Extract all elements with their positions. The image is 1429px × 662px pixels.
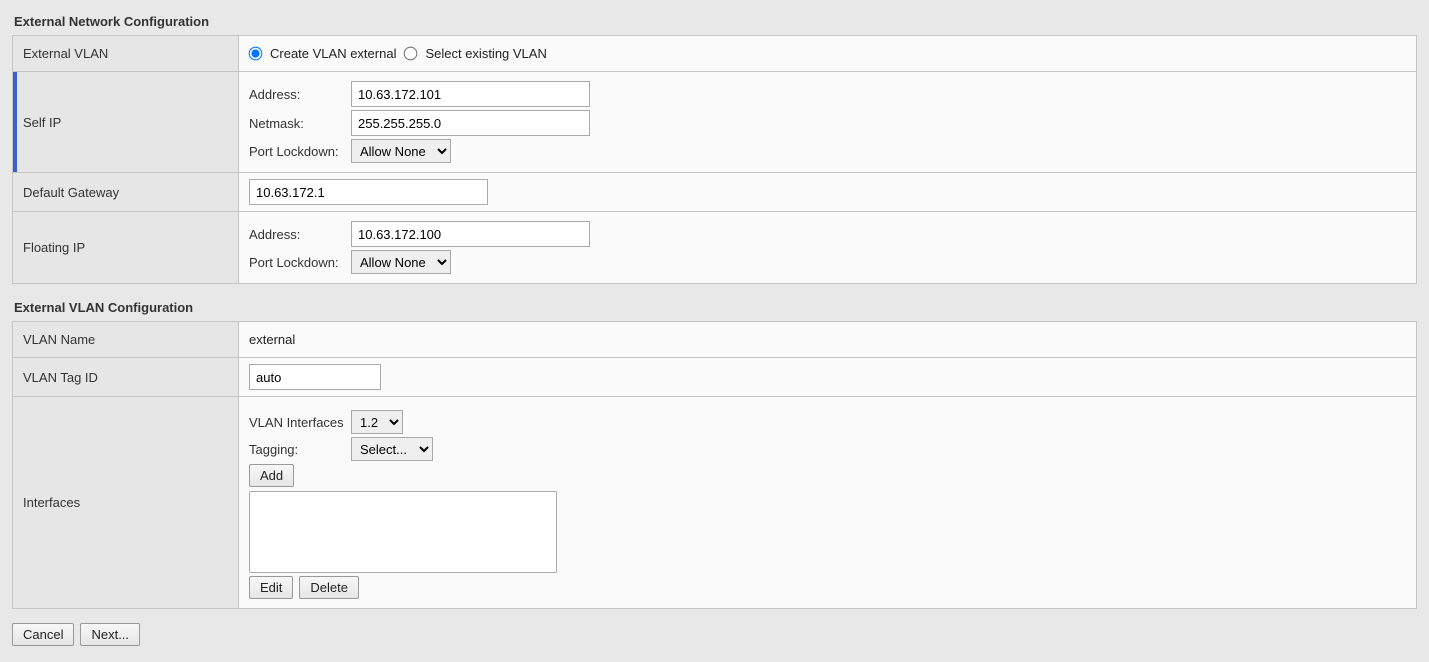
external-vlan-label: External VLAN xyxy=(13,36,239,72)
add-interface-button[interactable]: Add xyxy=(249,464,294,487)
active-row-indicator xyxy=(13,72,17,172)
cancel-button[interactable]: Cancel xyxy=(12,623,74,646)
section2-title: External VLAN Configuration xyxy=(14,300,1417,315)
select-existing-vlan-radio[interactable] xyxy=(404,47,418,61)
self-ip-netmask-input[interactable] xyxy=(351,110,590,136)
vlan-interfaces-select[interactable]: 1.2 xyxy=(351,410,403,434)
default-gateway-input[interactable] xyxy=(249,179,488,205)
next-button[interactable]: Next... xyxy=(80,623,140,646)
self-ip-port-lockdown-label: Port Lockdown: xyxy=(249,144,351,159)
interfaces-label: Interfaces xyxy=(13,397,239,609)
self-ip-netmask-label: Netmask: xyxy=(249,116,351,131)
vlan-name-value: external xyxy=(239,322,1417,358)
floating-ip-address-label: Address: xyxy=(249,227,351,242)
interfaces-listbox[interactable] xyxy=(249,491,557,573)
delete-interface-button[interactable]: Delete xyxy=(299,576,359,599)
self-ip-port-lockdown-select[interactable]: Allow None xyxy=(351,139,451,163)
vlan-tag-id-label: VLAN Tag ID xyxy=(13,358,239,397)
floating-ip-port-lockdown-label: Port Lockdown: xyxy=(249,255,351,270)
create-vlan-radio[interactable] xyxy=(249,47,263,61)
floating-ip-label: Floating IP xyxy=(13,212,239,284)
create-vlan-text: Create VLAN external xyxy=(270,46,396,61)
external-vlan-config-table: VLAN Name external VLAN Tag ID Interface… xyxy=(12,321,1417,609)
section1-title: External Network Configuration xyxy=(14,14,1417,29)
vlan-interfaces-label: VLAN Interfaces xyxy=(249,415,351,430)
self-ip-address-input[interactable] xyxy=(351,81,590,107)
select-vlan-radio-label[interactable]: Select existing VLAN xyxy=(404,46,546,61)
self-ip-address-label: Address: xyxy=(249,87,351,102)
vlan-name-label: VLAN Name xyxy=(13,322,239,358)
select-vlan-text: Select existing VLAN xyxy=(425,46,546,61)
external-network-config-table: External VLAN Create VLAN external Selec… xyxy=(12,35,1417,284)
default-gateway-label: Default Gateway xyxy=(13,173,239,212)
floating-ip-port-lockdown-select[interactable]: Allow None xyxy=(351,250,451,274)
self-ip-label-text: Self IP xyxy=(23,115,61,130)
self-ip-label: Self IP xyxy=(13,72,239,173)
floating-ip-address-input[interactable] xyxy=(351,221,590,247)
tagging-select[interactable]: Select... xyxy=(351,437,433,461)
tagging-label: Tagging: xyxy=(249,442,351,457)
edit-interface-button[interactable]: Edit xyxy=(249,576,293,599)
create-vlan-radio-label[interactable]: Create VLAN external xyxy=(249,46,396,61)
vlan-tag-id-input[interactable] xyxy=(249,364,381,390)
